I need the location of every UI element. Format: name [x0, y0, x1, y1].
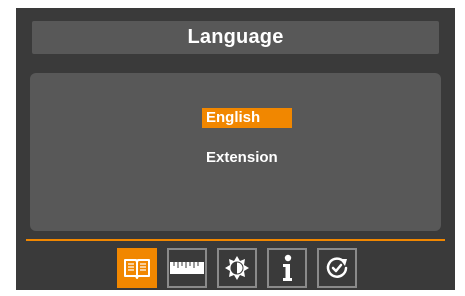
tab-units[interactable] — [167, 248, 207, 288]
tab-language[interactable] — [117, 248, 157, 288]
page-title: Language — [187, 26, 284, 48]
menu-tab-bar — [117, 248, 357, 288]
title-bar: Language — [32, 21, 439, 54]
brightness-icon — [225, 256, 249, 280]
tab-info[interactable] — [267, 248, 307, 288]
reset-icon — [326, 257, 348, 278]
option-extension[interactable]: Extension — [202, 148, 282, 168]
ruler-icon — [170, 262, 204, 274]
info-icon — [283, 254, 292, 281]
osd-menu: Language English Extension — [16, 8, 455, 290]
book-icon — [124, 259, 150, 279]
tab-reset[interactable] — [317, 248, 357, 288]
option-english[interactable]: English — [202, 108, 292, 128]
divider — [26, 239, 445, 241]
tab-brightness[interactable] — [217, 248, 257, 288]
